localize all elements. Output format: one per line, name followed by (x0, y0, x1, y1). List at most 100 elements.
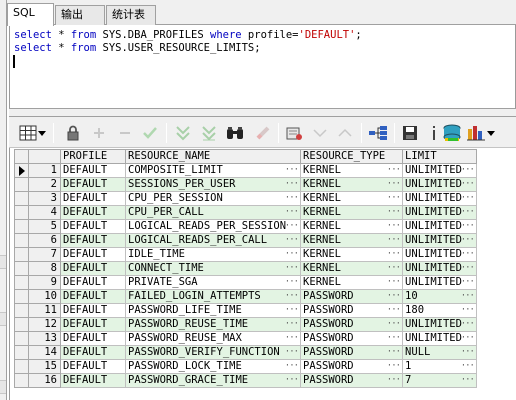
cell-edit-ellipsis-icon[interactable]: ··· (387, 193, 400, 205)
add-row-icon[interactable] (88, 122, 110, 144)
cell-limit[interactable]: UNLIMITED ··· (402, 317, 477, 332)
tab-sql[interactable]: SQL (7, 3, 54, 26)
cell-limit[interactable]: 1 ··· (402, 359, 477, 374)
table-row[interactable]: 16 DEFAULT PASSWORD_GRACE_TIME ··· PASSWORD ·… (14, 373, 477, 388)
cell-resource-name[interactable]: PASSWORD_LIFE_TIME ··· (124, 303, 302, 318)
cell-edit-ellipsis-icon[interactable]: ··· (461, 291, 474, 303)
cell-edit-ellipsis-icon[interactable]: ··· (285, 221, 298, 233)
cell-profile[interactable]: DEFAULT (60, 373, 126, 388)
next-icon[interactable] (334, 122, 356, 144)
cell-edit-ellipsis-icon[interactable]: ··· (461, 249, 474, 261)
cell-edit-ellipsis-icon[interactable]: ··· (461, 361, 474, 373)
cell-profile[interactable]: DEFAULT (60, 331, 126, 346)
cell-limit[interactable]: UNLIMITED ··· (402, 205, 477, 220)
prev-icon[interactable] (309, 122, 331, 144)
sql-editor[interactable]: select * from SYS.DBA_PROFILES where pro… (9, 25, 516, 108)
table-row[interactable]: 15 DEFAULT PASSWORD_LOCK_TIME ··· PASSWORD ··… (14, 359, 477, 374)
cell-edit-ellipsis-icon[interactable]: ··· (461, 277, 474, 289)
cell-edit-ellipsis-icon[interactable]: ··· (387, 361, 400, 373)
cell-edit-ellipsis-icon[interactable]: ··· (285, 235, 298, 247)
row-indicator[interactable] (14, 233, 29, 248)
cell-edit-ellipsis-icon[interactable]: ··· (461, 333, 474, 345)
row-indicator[interactable] (14, 359, 29, 374)
cell-edit-ellipsis-icon[interactable]: ··· (461, 193, 474, 205)
cell-edit-ellipsis-icon[interactable]: ··· (387, 291, 400, 303)
row-indicator[interactable] (14, 275, 29, 290)
cell-edit-ellipsis-icon[interactable]: ··· (387, 333, 400, 345)
cell-resource-type[interactable]: PASSWORD ··· (300, 345, 404, 360)
cell-resource-name[interactable]: CONNECT_TIME ··· (124, 261, 302, 276)
cell-edit-ellipsis-icon[interactable]: ··· (461, 207, 474, 219)
row-indicator[interactable] (14, 303, 29, 318)
cell-profile[interactable]: DEFAULT (60, 345, 126, 360)
cell-limit[interactable]: UNLIMITED ··· (402, 177, 477, 192)
cell-limit[interactable]: UNLIMITED ··· (402, 219, 477, 234)
cell-resource-name[interactable]: FAILED_LOGIN_ATTEMPTS ··· (124, 289, 302, 304)
row-indicator[interactable] (14, 247, 29, 262)
tree-view-icon[interactable] (367, 122, 389, 144)
cell-edit-ellipsis-icon[interactable]: ··· (285, 375, 298, 387)
row-indicator[interactable] (14, 373, 29, 388)
cell-resource-type[interactable]: KERNEL ··· (300, 275, 404, 290)
column-header-resource-name[interactable]: RESOURCE_NAME (124, 149, 302, 164)
cell-resource-name[interactable]: PASSWORD_REUSE_MAX ··· (124, 331, 302, 346)
chart-dropdown-arrow-icon[interactable] (485, 122, 497, 144)
chart-icon[interactable] (465, 122, 487, 144)
cell-resource-name[interactable]: PASSWORD_LOCK_TIME ··· (124, 359, 302, 374)
export-data-icon[interactable] (441, 122, 463, 144)
cell-edit-ellipsis-icon[interactable]: ··· (387, 305, 400, 317)
cell-edit-ellipsis-icon[interactable]: ··· (285, 333, 298, 345)
cell-limit[interactable]: UNLIMITED ··· (402, 191, 477, 206)
cell-resource-name[interactable]: IDLE_TIME ··· (124, 247, 302, 262)
table-row[interactable]: 12 DEFAULT PASSWORD_REUSE_TIME ··· PASSWORD ·… (14, 317, 477, 332)
cell-edit-ellipsis-icon[interactable]: ··· (387, 319, 400, 331)
cell-edit-ellipsis-icon[interactable]: ··· (461, 347, 474, 359)
cell-edit-ellipsis-icon[interactable]: ··· (285, 291, 298, 303)
cell-resource-name[interactable]: LOGICAL_READS_PER_SESSION ··· (124, 219, 302, 234)
column-header-resource-type[interactable]: RESOURCE_TYPE (300, 149, 404, 164)
cell-profile[interactable]: DEFAULT (60, 191, 126, 206)
cell-edit-ellipsis-icon[interactable]: ··· (387, 165, 400, 177)
row-indicator[interactable] (14, 261, 29, 276)
cell-edit-ellipsis-icon[interactable]: ··· (461, 221, 474, 233)
cell-edit-ellipsis-icon[interactable]: ··· (387, 207, 400, 219)
cell-limit[interactable]: NULL ··· (402, 345, 477, 360)
cell-edit-ellipsis-icon[interactable]: ··· (285, 263, 298, 275)
cell-edit-ellipsis-icon[interactable]: ··· (285, 165, 298, 177)
row-indicator[interactable] (14, 345, 29, 360)
save-icon[interactable] (399, 122, 421, 144)
row-indicator[interactable] (14, 219, 29, 234)
cell-resource-type[interactable]: PASSWORD ··· (300, 289, 404, 304)
row-indicator[interactable] (14, 331, 29, 346)
cell-resource-type[interactable]: KERNEL ··· (300, 233, 404, 248)
cell-edit-ellipsis-icon[interactable]: ··· (285, 361, 298, 373)
cell-profile[interactable]: DEFAULT (60, 163, 126, 178)
post-changes-icon[interactable] (139, 122, 161, 144)
cell-resource-type[interactable]: PASSWORD ··· (300, 359, 404, 374)
cell-edit-ellipsis-icon[interactable]: ··· (461, 165, 474, 177)
cell-edit-ellipsis-icon[interactable]: ··· (461, 319, 474, 331)
cell-limit[interactable]: UNLIMITED ··· (402, 275, 477, 290)
export-icon[interactable] (283, 122, 305, 144)
cell-edit-ellipsis-icon[interactable]: ··· (387, 179, 400, 191)
table-row[interactable]: 13 DEFAULT PASSWORD_REUSE_MAX ··· PASSWORD ··… (14, 331, 477, 346)
find-binoculars-icon[interactable] (224, 122, 246, 144)
table-row[interactable]: 8 DEFAULT CONNECT_TIME ··· KERNEL ··· UNLIMITE… (14, 261, 477, 276)
cell-resource-type[interactable]: KERNEL ··· (300, 191, 404, 206)
cell-edit-ellipsis-icon[interactable]: ··· (387, 277, 400, 289)
cell-edit-ellipsis-icon[interactable]: ··· (285, 305, 298, 317)
tab-statistics[interactable]: 统计表 (106, 5, 156, 25)
cell-resource-type[interactable]: KERNEL ··· (300, 177, 404, 192)
cell-edit-ellipsis-icon[interactable]: ··· (285, 179, 298, 191)
table-row[interactable]: 11 DEFAULT PASSWORD_LIFE_TIME ··· PASSWORD ··… (14, 303, 477, 318)
cell-edit-ellipsis-icon[interactable]: ··· (387, 347, 400, 359)
cell-resource-type[interactable]: KERNEL ··· (300, 205, 404, 220)
table-row[interactable]: 14 DEFAULT PASSWORD_VERIFY_FUNCTION ··· PASS… (14, 345, 477, 360)
cell-edit-ellipsis-icon[interactable]: ··· (285, 347, 298, 359)
row-indicator[interactable] (14, 177, 29, 192)
cell-limit[interactable]: UNLIMITED ··· (402, 261, 477, 276)
cell-profile[interactable]: DEFAULT (60, 219, 126, 234)
cell-resource-type[interactable]: PASSWORD ··· (300, 331, 404, 346)
cell-profile[interactable]: DEFAULT (60, 275, 126, 290)
cell-resource-type[interactable]: PASSWORD ··· (300, 373, 404, 388)
